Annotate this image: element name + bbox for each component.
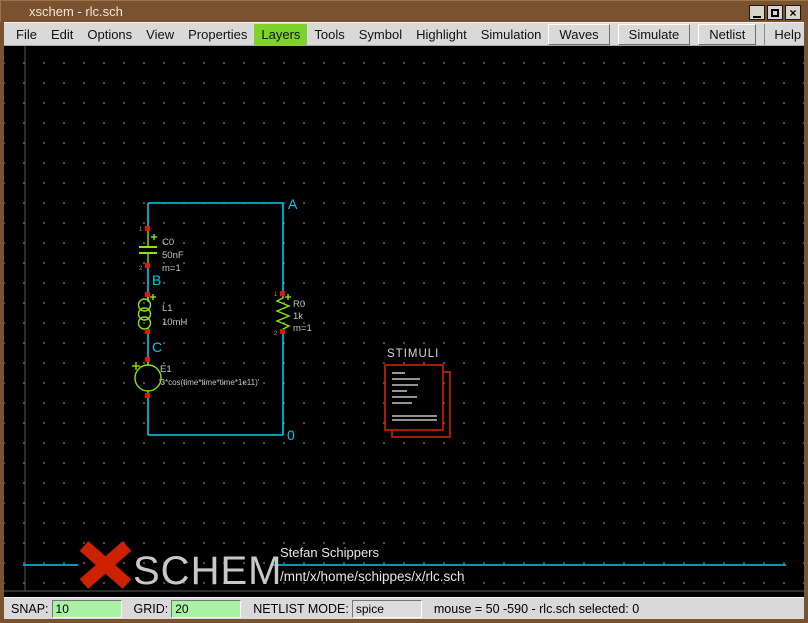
netlist-button[interactable]: Netlist (698, 24, 756, 45)
stimuli-component[interactable]: STIMULI (385, 348, 450, 437)
menu-view[interactable]: View (139, 24, 181, 45)
simulate-button[interactable]: Simulate (618, 24, 691, 45)
menu-edit[interactable]: Edit (44, 24, 80, 45)
menu-highlight[interactable]: Highlight (409, 24, 474, 45)
menu-file[interactable]: File (9, 24, 44, 45)
node-label-a[interactable]: A (288, 196, 298, 212)
mouse-status-text: mouse = 50 -590 - rlc.sch selected: 0 (434, 602, 639, 616)
window-title: xschem - rlc.sch (29, 4, 123, 19)
pin-square (145, 292, 150, 297)
pin-number: 1 (274, 292, 278, 298)
xschem-x-logo (84, 546, 127, 584)
source-name: E1 (160, 364, 172, 375)
waves-button[interactable]: Waves (548, 24, 609, 45)
stimuli-label: STIMULI (387, 348, 439, 360)
minimize-icon (753, 16, 761, 18)
node-label-c[interactable]: C (152, 339, 162, 355)
statusbar: SNAP: GRID: NETLIST MODE: mouse = 50 -59… (4, 597, 804, 619)
netlist-mode-input[interactable] (352, 600, 422, 618)
menu-tools[interactable]: Tools (307, 24, 351, 45)
close-icon: × (789, 7, 796, 19)
pin-square (280, 329, 285, 334)
minimize-button[interactable] (749, 5, 765, 20)
pin-square (280, 291, 285, 296)
capacitor-symbol[interactable]: 1 2 C0 50nF m=1 (139, 226, 184, 274)
footer-logo: SCHEM Stefan Schippers /mnt/x/home/schip… (23, 545, 786, 593)
menu-layers[interactable]: Layers (254, 24, 307, 45)
pin-number: 2 (139, 266, 143, 272)
schematic-canvas[interactable]: A B C 0 1 2 C0 (4, 46, 804, 597)
author-text: Stefan Schippers (280, 545, 380, 560)
menu-properties[interactable]: Properties (181, 24, 254, 45)
inductor-name: L1 (162, 303, 173, 314)
capacitor-name: C0 (162, 237, 174, 248)
menubar: File Edit Options View Properties Layers… (4, 22, 804, 46)
inductor-value: 10mH (162, 317, 187, 328)
resistor-mult: m=1 (293, 323, 312, 334)
menu-simulation[interactable]: Simulation (474, 24, 549, 45)
canvas-axes (4, 46, 804, 591)
pin-number: 2 (274, 331, 278, 337)
snap-label: SNAP: (11, 602, 49, 616)
pin-square (145, 226, 150, 231)
source-value: '3*cos(time*time*time*1e11)' (159, 378, 260, 387)
xschem-window: xschem - rlc.sch × File Edit Options Vie… (0, 0, 808, 623)
menu-options[interactable]: Options (80, 24, 139, 45)
netlist-mode-label: NETLIST MODE: (253, 602, 349, 616)
pin-square (145, 329, 150, 334)
snap-input[interactable] (52, 600, 122, 618)
file-path-text: /mnt/x/home/schippes/x/rlc.sch (280, 569, 465, 584)
schematic-drawing: A B C 0 1 2 C0 (4, 46, 804, 597)
inductor-symbol[interactable]: L1 10mH (139, 292, 188, 334)
grid-input[interactable] (171, 600, 241, 618)
help-menu[interactable]: Help (764, 24, 808, 45)
resistor-symbol[interactable]: 1 2 R0 1k m=1 (274, 291, 312, 337)
maximize-button[interactable] (767, 5, 783, 20)
xschem-logo-text: SCHEM (133, 549, 282, 593)
window-controls: × (749, 5, 801, 20)
pin-square (145, 263, 150, 268)
voltage-source-symbol[interactable]: E1 '3*cos(time*time*time*1e11)' (132, 357, 260, 398)
pin-square (145, 393, 150, 398)
maximize-icon (771, 9, 779, 17)
close-button[interactable]: × (785, 5, 801, 20)
grid-label: GRID: (134, 602, 169, 616)
capacitor-value: 50nF (162, 250, 184, 261)
menu-symbol[interactable]: Symbol (352, 24, 409, 45)
resistor-name: R0 (293, 299, 305, 310)
pin-square (145, 357, 150, 362)
node-label-gnd[interactable]: 0 (287, 427, 295, 443)
resistor-value: 1k (293, 311, 303, 322)
titlebar[interactable]: xschem - rlc.sch × (0, 0, 808, 22)
capacitor-mult: m=1 (162, 263, 181, 274)
pin-number: 1 (139, 227, 143, 233)
node-label-b[interactable]: B (152, 272, 161, 288)
